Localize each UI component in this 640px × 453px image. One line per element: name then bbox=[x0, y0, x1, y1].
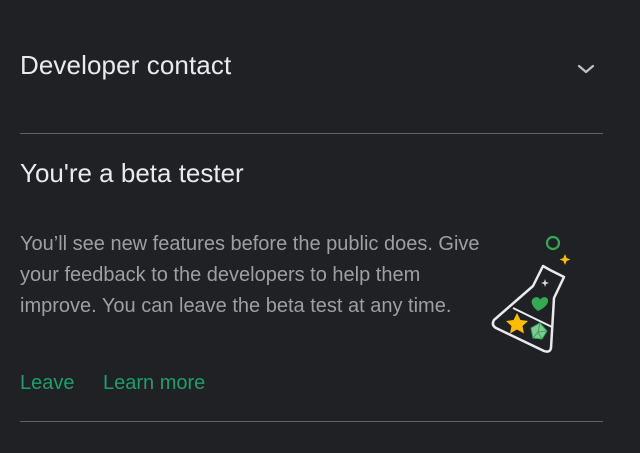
flask-outline bbox=[491, 264, 566, 353]
learn-more-link[interactable]: Learn more bbox=[103, 372, 205, 395]
developer-contact-row[interactable]: Developer contact bbox=[0, 0, 640, 134]
beta-description: You’ll see new features before the publi… bbox=[20, 233, 480, 317]
developer-contact-title: Developer contact bbox=[20, 50, 232, 80]
bubble-icon bbox=[545, 235, 561, 251]
section-divider-bottom bbox=[20, 421, 603, 422]
small-sparkle-icon bbox=[541, 279, 549, 287]
sparkle-icon bbox=[559, 254, 571, 265]
section-divider bbox=[20, 133, 603, 134]
beaker-icon bbox=[491, 235, 571, 353]
app-details-page: Developer contact You're a beta tester Y… bbox=[0, 0, 640, 453]
beta-section-title: You're a beta tester bbox=[20, 158, 244, 188]
heart-icon bbox=[531, 297, 549, 311]
leave-beta-link[interactable]: Leave bbox=[20, 372, 75, 395]
chevron-down-icon[interactable] bbox=[574, 57, 598, 81]
star-icon bbox=[506, 313, 528, 334]
